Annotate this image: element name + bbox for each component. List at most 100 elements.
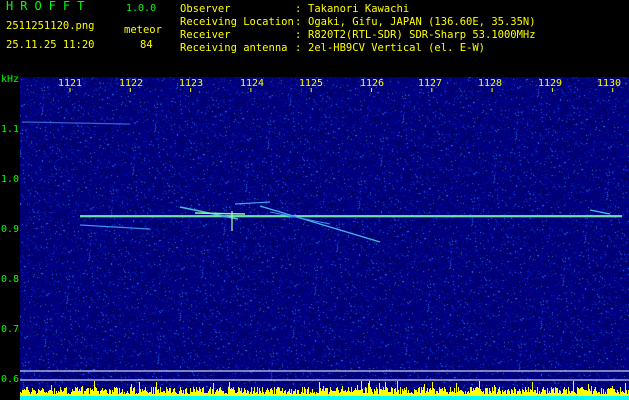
- activity-bar: [99, 394, 100, 396]
- activity-bar: [24, 389, 25, 396]
- activity-bar: [558, 393, 559, 396]
- activity-bar: [521, 394, 522, 396]
- activity-bar: [141, 392, 142, 396]
- activity-bar: [224, 394, 225, 396]
- activity-bar: [604, 394, 605, 396]
- activity-bar: [498, 389, 499, 396]
- activity-bar: [89, 394, 90, 396]
- activity-bar: [103, 391, 104, 396]
- activity-bar: [174, 388, 175, 396]
- activity-bar: [532, 382, 533, 396]
- activity-bar: [389, 392, 390, 396]
- activity-bar: [133, 388, 134, 396]
- activity-bar: [348, 387, 349, 396]
- activity-bar: [436, 391, 437, 396]
- activity-bar: [192, 392, 193, 396]
- activity-bar: [217, 389, 218, 396]
- activity-bar: [228, 387, 229, 396]
- activity-bar: [29, 392, 30, 396]
- activity-bar: [30, 394, 31, 396]
- activity-bar: [480, 389, 481, 396]
- activity-bar: [421, 387, 422, 396]
- activity-bar: [504, 391, 505, 396]
- x-tick-label: 1123: [179, 78, 204, 89]
- activity-bar: [263, 392, 264, 396]
- activity-bar: [211, 394, 212, 396]
- activity-bar: [28, 390, 29, 396]
- activity-bar: [308, 387, 309, 396]
- activity-bar: [207, 393, 208, 396]
- activity-bar: [616, 393, 617, 396]
- activity-bar: [577, 387, 578, 396]
- activity-bar: [573, 381, 574, 396]
- activity-bar: [572, 391, 573, 396]
- activity-bar: [276, 389, 277, 396]
- activity-bar: [101, 390, 102, 396]
- activity-bar: [345, 390, 346, 396]
- activity-bar: [473, 388, 474, 396]
- activity-bar: [560, 391, 561, 396]
- activity-bar: [420, 393, 421, 396]
- activity-bar: [232, 389, 233, 396]
- activity-bar: [437, 391, 438, 396]
- activity-bar: [104, 390, 105, 396]
- meteor-streak: [269, 211, 331, 225]
- activity-bar: [223, 391, 224, 396]
- activity-bar: [284, 391, 285, 396]
- activity-bar: [541, 392, 542, 396]
- y-axis-unit: kHz: [1, 74, 20, 85]
- activity-bar: [314, 392, 315, 396]
- activity-bar: [339, 393, 340, 396]
- activity-bar: [501, 394, 502, 396]
- activity-bar: [460, 390, 461, 396]
- activity-bar: [303, 393, 304, 396]
- activity-bar: [307, 389, 308, 396]
- activity-bar: [450, 387, 451, 396]
- activity-bar: [197, 390, 198, 396]
- activity-bar: [113, 392, 114, 396]
- activity-bar: [257, 387, 258, 396]
- activity-bar: [85, 391, 86, 396]
- activity-bar: [75, 387, 76, 396]
- activity-bar: [271, 388, 272, 396]
- activity-bar: [37, 393, 38, 396]
- activity-bar: [530, 389, 531, 396]
- activity-bar: [273, 394, 274, 396]
- activity-bar: [474, 390, 475, 396]
- activity-bar: [97, 391, 98, 396]
- activity-bar: [534, 390, 535, 396]
- meteor-streak: [194, 212, 246, 215]
- activity-bar: [46, 392, 47, 396]
- activity-bar: [600, 394, 601, 396]
- activity-bar: [495, 387, 496, 396]
- activity-bar: [251, 387, 252, 396]
- activity-bar: [589, 389, 590, 396]
- activity-bar: [206, 393, 207, 396]
- activity-bar: [152, 394, 153, 396]
- meteor-streak: [259, 205, 381, 243]
- activity-bar: [590, 391, 591, 396]
- activity-bar: [81, 387, 82, 396]
- activity-bar: [351, 387, 352, 396]
- activity-bar: [230, 389, 231, 396]
- activity-bar: [222, 391, 223, 396]
- activity-bar: [231, 388, 232, 396]
- activity-bar: [603, 389, 604, 396]
- activity-bar: [166, 387, 167, 396]
- activity-bar: [321, 391, 322, 396]
- activity-bar: [193, 387, 194, 396]
- echo-trace: [21, 121, 131, 125]
- activity-bar: [353, 391, 354, 396]
- activity-bar: [507, 390, 508, 396]
- activity-bar: [463, 392, 464, 396]
- activity-bar: [330, 387, 331, 396]
- activity-bar: [51, 385, 52, 396]
- meteor-streak: [234, 201, 271, 205]
- activity-bar: [252, 394, 253, 396]
- activity-bar: [484, 394, 485, 396]
- activity-bar: [144, 390, 145, 396]
- activity-bar: [44, 392, 45, 396]
- activity-bar: [398, 390, 399, 396]
- activity-bar: [120, 393, 121, 396]
- activity-bar: [540, 394, 541, 396]
